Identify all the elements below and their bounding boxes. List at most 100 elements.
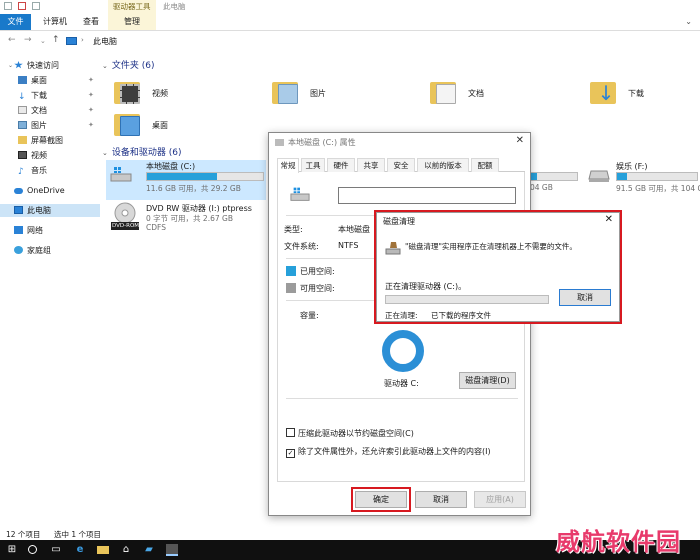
context-group-title: 驱动器工具 <box>113 2 151 11</box>
drive-usage-bar <box>146 172 264 181</box>
properties-quick-icon[interactable] <box>4 2 12 10</box>
sidebar-item-videos[interactable]: 视频 <box>18 149 47 162</box>
sidebar-item-music[interactable]: ♪ 音乐 <box>18 164 47 177</box>
sidebar-item-downloads[interactable]: ↓ 下载 <box>18 89 47 102</box>
video-folder-icon <box>114 78 142 108</box>
sidebar-item-label: 快速访问 <box>27 61 59 70</box>
app-icon[interactable]: ▰ <box>143 544 155 556</box>
sidebar-item-label: 家庭组 <box>27 246 51 255</box>
tab-hardware[interactable]: 硬件 <box>327 158 355 172</box>
tab-sharing[interactable]: 共享 <box>357 158 385 172</box>
pin-icon[interactable]: ✦ <box>88 76 94 84</box>
windows-start-icon[interactable]: ⊞ <box>6 544 18 556</box>
folder-videos[interactable]: 视频 <box>114 78 234 114</box>
highlight-box <box>351 487 411 512</box>
sidebar-item-this-pc[interactable]: 此电脑 <box>0 204 100 217</box>
checkmark-quick-icon[interactable] <box>18 2 26 10</box>
hard-drive-icon <box>588 166 610 182</box>
folder-name: 下载 <box>628 89 644 98</box>
pin-icon[interactable]: ✦ <box>88 106 94 114</box>
tab-view[interactable]: 查看 <box>83 14 99 30</box>
recent-dropdown-icon[interactable]: ⌄ <box>40 37 46 45</box>
new-folder-quick-icon[interactable] <box>32 2 40 10</box>
search-circle-icon[interactable] <box>28 545 37 554</box>
folder-name: 图片 <box>310 89 326 98</box>
drive-usage-bar <box>616 172 698 181</box>
drive-usage-fill <box>617 173 627 180</box>
checkbox-box[interactable] <box>286 428 295 437</box>
free-space-label: 可用空间: <box>300 284 335 293</box>
drives-section-header[interactable]: ⌄ 设备和驱动器 (6) <box>102 145 182 159</box>
folder-icon <box>18 136 27 144</box>
chevron-down-icon: ⌄ <box>102 62 108 70</box>
file-explorer-icon[interactable] <box>97 546 109 554</box>
folders-section-header[interactable]: ⌄ 文件夹 (6) <box>102 58 155 72</box>
pin-icon[interactable]: ✦ <box>88 91 94 99</box>
up-arrow-icon[interactable]: ↑ <box>52 35 60 45</box>
drive-label: 驱动器 C: <box>384 379 419 388</box>
folder-desktop[interactable]: 桌面 <box>114 110 234 146</box>
edge-browser-icon[interactable]: e <box>74 544 86 556</box>
folder-pictures[interactable]: 图片 <box>272 78 392 114</box>
tab-general[interactable]: 常规 <box>277 158 299 173</box>
music-note-icon: ♪ <box>18 167 24 177</box>
expand-arrow-icon[interactable]: ⌄ <box>8 62 13 69</box>
tab-security[interactable]: 安全 <box>387 158 415 172</box>
windows-drive-icon <box>110 166 132 182</box>
path-box[interactable]: › 此电脑 <box>66 35 696 49</box>
drive-dvd[interactable]: DVD-ROM DVD RW 驱动器 (I:) ptpress 0 字节 可用，… <box>106 202 266 242</box>
address-bar: ← → ⌄ ↑ › 此电脑 <box>0 33 700 51</box>
disk-cleanup-button[interactable]: 磁盘清理(D) <box>459 372 516 389</box>
drive-partial[interactable]: 04 GB <box>530 160 580 200</box>
picture-folder-icon <box>272 78 300 108</box>
path-text: 此电脑 <box>93 37 117 46</box>
download-folder-icon: ↓ <box>590 78 618 108</box>
sidebar-item-screenshots[interactable]: 屏幕截图 <box>18 134 63 147</box>
apply-button[interactable]: 应用(A) <box>474 491 526 508</box>
cancel-button[interactable]: 取消 <box>415 491 467 508</box>
forward-arrow-icon[interactable]: → <box>24 35 32 45</box>
folder-downloads[interactable]: ↓ 下载 <box>590 78 700 114</box>
drive-icon <box>275 139 284 146</box>
tab-quota[interactable]: 配额 <box>471 158 499 172</box>
sidebar-item-pictures[interactable]: 图片 <box>18 119 47 132</box>
drive-name-input[interactable] <box>338 187 516 204</box>
checkmark-icon[interactable]: ✓ <box>286 449 295 458</box>
picture-icon <box>18 121 27 129</box>
usage-donut-chart <box>382 330 424 372</box>
disk-cleanup-task-icon[interactable] <box>166 544 178 556</box>
tab-previous-versions[interactable]: 以前的版本 <box>417 158 469 172</box>
close-icon[interactable]: ✕ <box>605 214 613 225</box>
disk-cleanup-icon <box>385 242 401 255</box>
drive-usage-fill <box>531 173 537 180</box>
compress-checkbox[interactable]: 压缩此驱动器以节约磁盘空间(C) <box>286 428 414 439</box>
sidebar-item-desktop[interactable]: 桌面 <box>18 74 47 87</box>
quick-access-toolbar <box>0 0 60 13</box>
tab-file[interactable]: 文件 <box>0 14 31 30</box>
sidebar-item-homegroup[interactable]: 家庭组 <box>14 244 51 257</box>
sidebar-item-documents[interactable]: 文档 <box>18 104 47 117</box>
free-space-swatch <box>286 283 296 293</box>
divider <box>286 398 518 399</box>
ribbon-expand-chevron-icon[interactable]: ⌄ <box>685 17 692 26</box>
tab-manage[interactable]: 管理 <box>124 14 140 30</box>
sidebar-item-onedrive[interactable]: OneDrive <box>14 184 65 197</box>
task-view-icon[interactable]: ▭ <box>50 544 62 556</box>
tab-tools[interactable]: 工具 <box>301 158 325 172</box>
pin-icon[interactable]: ✦ <box>88 121 94 129</box>
store-icon[interactable]: ⌂ <box>120 544 132 556</box>
sidebar-item-label: 文档 <box>31 106 47 115</box>
sidebar-item-quick-access[interactable]: 快速访问 <box>14 59 59 72</box>
sidebar-item-network[interactable]: 网络 <box>14 224 43 237</box>
close-icon[interactable]: ✕ <box>516 135 524 146</box>
sidebar-item-label: 下载 <box>31 91 47 100</box>
folder-documents[interactable]: 文档 <box>430 78 550 114</box>
cancel-button[interactable]: 取消 <box>559 289 611 306</box>
back-arrow-icon[interactable]: ← <box>8 35 16 45</box>
filesystem-label: 文件系统: <box>284 242 319 251</box>
index-checkbox[interactable]: ✓ 除了文件属性外，还允许索引此驱动器上文件的内容(I) <box>286 446 491 458</box>
folder-name: 桌面 <box>152 121 168 130</box>
tab-computer[interactable]: 计算机 <box>43 14 67 30</box>
drive-c[interactable]: 本地磁盘 (C:) 11.6 GB 可用，共 29.2 GB <box>106 160 266 200</box>
drive-f[interactable]: 娱乐 (F:) 91.5 GB 可用，共 104 GB <box>584 160 700 200</box>
